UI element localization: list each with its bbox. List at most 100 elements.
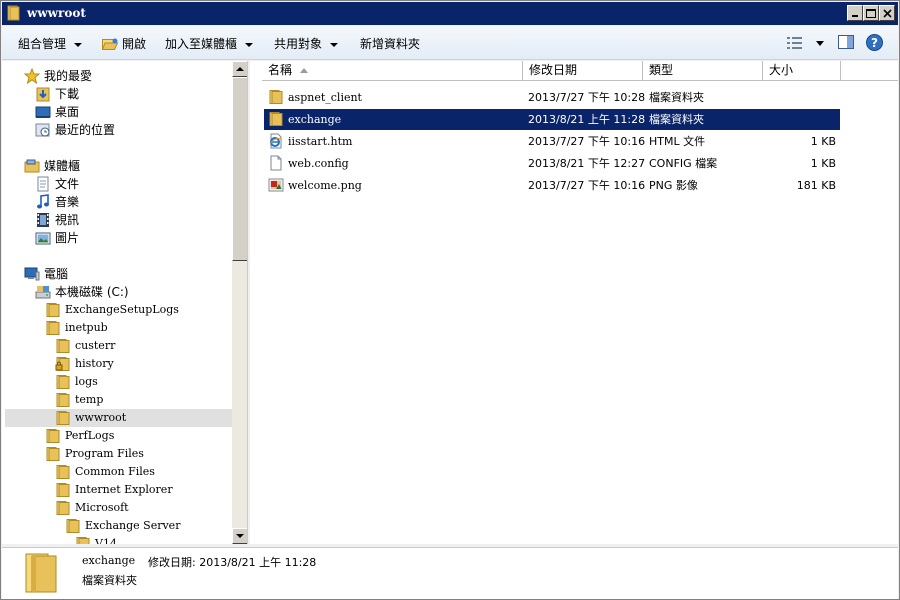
file-size: 181 KB xyxy=(796,179,836,192)
folder-icon xyxy=(66,519,80,533)
column-header-date[interactable]: 修改日期 xyxy=(523,61,643,81)
file-row-selected[interactable]: exchange 2013/8/21 上午 11:28 檔案資料夾 xyxy=(264,109,840,130)
maximize-button[interactable] xyxy=(863,5,879,21)
nav-libraries[interactable]: 媒體櫃 xyxy=(24,157,224,175)
nav-pictures[interactable]: 圖片 xyxy=(35,229,225,247)
library-label: 加入至媒體櫃 xyxy=(165,37,238,51)
libraries-icon xyxy=(24,159,40,173)
folder-icon xyxy=(25,553,57,593)
file-name: web.config xyxy=(288,157,349,170)
file-name: aspnet_client xyxy=(288,91,362,104)
folder-icon xyxy=(46,447,60,461)
file-type: 檔案資料夾 xyxy=(649,113,704,126)
nav-documents[interactable]: 文件 xyxy=(35,175,225,193)
nav-exchangesetuplogs[interactable]: ExchangeSetupLogs xyxy=(45,301,225,319)
video-icon xyxy=(37,213,49,227)
desktop-icon xyxy=(35,106,51,118)
file-row[interactable]: aspnet_client 2013/7/27 下午 10:28 檔案資料夾 xyxy=(264,87,840,108)
folder-icon xyxy=(56,393,70,407)
title-bar[interactable]: wwwroot xyxy=(2,2,898,25)
dropdown-arrow-icon xyxy=(330,42,339,47)
nav-downloads[interactable]: 下載 xyxy=(35,85,225,103)
file-date: 2013/8/21 下午 12:27 xyxy=(528,157,646,170)
share-with-button[interactable]: 共用對象 xyxy=(274,35,339,52)
nav-microsoft[interactable]: Microsoft xyxy=(55,499,225,517)
view-dropdown-icon[interactable] xyxy=(816,41,824,46)
folder-icon xyxy=(56,375,70,389)
file-name: exchange xyxy=(288,113,342,126)
folder-icon xyxy=(269,112,283,126)
file-type: 檔案資料夾 xyxy=(649,91,704,104)
explorer-window: wwwroot 組合管理 開啟 加入至媒體櫃 共用對象 新增資料夾 ? 我的最愛… xyxy=(0,0,900,600)
nav-computer[interactable]: 電腦 xyxy=(24,265,224,283)
nav-logs[interactable]: logs xyxy=(55,373,225,391)
file-type: PNG 影像 xyxy=(649,179,698,192)
blank-file-icon xyxy=(270,155,282,171)
nav-exchange-server[interactable]: Exchange Server xyxy=(65,517,225,535)
down-arrow-icon xyxy=(236,534,244,538)
column-header-type[interactable]: 類型 xyxy=(643,61,763,81)
scroll-thumb[interactable] xyxy=(232,77,247,261)
nav-music[interactable]: 音樂 xyxy=(35,193,225,211)
details-item-name: exchange xyxy=(82,554,136,567)
help-icon[interactable]: ? xyxy=(866,34,883,51)
folder-icon xyxy=(56,501,70,515)
share-label: 共用對象 xyxy=(274,37,323,51)
file-type: CONFIG 檔案 xyxy=(649,157,718,170)
new-folder-button[interactable]: 新增資料夾 xyxy=(360,35,420,52)
column-header-name[interactable]: 名稱 xyxy=(262,61,523,81)
nav-local-disk[interactable]: 本機磁碟 (C:) xyxy=(35,283,225,301)
scroll-up-button[interactable] xyxy=(232,61,247,77)
add-to-library-button[interactable]: 加入至媒體櫃 xyxy=(165,35,254,52)
nav-history[interactable]: history xyxy=(55,355,225,373)
nav-scrollbar[interactable] xyxy=(232,61,247,544)
organize-label: 組合管理 xyxy=(18,37,67,51)
nav-videos[interactable]: 視訊 xyxy=(35,211,225,229)
nav-recent-places[interactable]: 最近的位置 xyxy=(35,121,225,139)
navigation-pane: 我的最愛 下載 桌面 最近的位置 媒體櫃 文件 音樂 視訊 圖片 電腦 本機磁碟… xyxy=(2,61,248,544)
column-header-size[interactable]: 大小 xyxy=(763,61,841,81)
nav-v14[interactable]: V14 xyxy=(75,535,225,544)
file-name: iisstart.htm xyxy=(288,135,353,148)
nav-wwwroot[interactable]: wwwroot xyxy=(5,409,232,427)
file-row[interactable]: web.config 2013/8/21 下午 12:27 CONFIG 檔案 … xyxy=(264,153,840,174)
open-button[interactable]: 開啟 xyxy=(102,35,146,52)
file-date: 2013/7/27 下午 10:16 xyxy=(528,135,646,148)
recent-places-icon xyxy=(35,123,50,137)
file-date: 2013/8/21 上午 11:28 xyxy=(528,113,646,126)
nav-inetpub[interactable]: inetpub xyxy=(45,319,225,337)
nav-custerr[interactable]: custerr xyxy=(55,337,225,355)
file-size: 1 KB xyxy=(810,157,836,170)
file-row[interactable]: iisstart.htm 2013/7/27 下午 10:16 HTML 文件 … xyxy=(264,131,840,152)
nav-internet-explorer[interactable]: Internet Explorer xyxy=(55,481,225,499)
minimize-button[interactable] xyxy=(847,5,863,21)
preview-pane-icon[interactable] xyxy=(838,34,854,50)
file-row[interactable]: welcome.png 2013/7/27 下午 10:16 PNG 影像 18… xyxy=(264,175,840,196)
music-icon xyxy=(37,194,49,209)
nav-program-files[interactable]: Program Files xyxy=(45,445,225,463)
file-size: 1 KB xyxy=(810,135,836,148)
image-file-icon xyxy=(268,178,284,192)
view-options-icon[interactable] xyxy=(787,37,803,49)
file-date: 2013/7/27 下午 10:28 xyxy=(528,91,646,104)
file-name: welcome.png xyxy=(288,179,362,192)
nav-desktop[interactable]: 桌面 xyxy=(35,103,225,121)
scroll-down-button[interactable] xyxy=(232,528,247,544)
nav-temp[interactable]: temp xyxy=(55,391,225,409)
folder-icon xyxy=(7,5,20,21)
dropdown-arrow-icon xyxy=(245,42,254,47)
nav-common-files[interactable]: Common Files xyxy=(55,463,225,481)
command-bar: 組合管理 開啟 加入至媒體櫃 共用對象 新增資料夾 ? xyxy=(2,26,898,60)
minimize-icon xyxy=(852,15,858,17)
nav-perflogs[interactable]: PerfLogs xyxy=(45,427,225,445)
folder-icon xyxy=(46,303,60,317)
close-button[interactable] xyxy=(879,5,895,21)
file-type: HTML 文件 xyxy=(649,135,706,148)
maximize-icon xyxy=(866,8,876,18)
pictures-icon xyxy=(35,232,51,245)
folder-icon xyxy=(56,411,70,425)
nav-favorites[interactable]: 我的最愛 xyxy=(24,67,224,85)
dropdown-arrow-icon xyxy=(74,42,83,47)
organize-button[interactable]: 組合管理 xyxy=(18,35,83,52)
up-arrow-icon xyxy=(236,67,244,71)
